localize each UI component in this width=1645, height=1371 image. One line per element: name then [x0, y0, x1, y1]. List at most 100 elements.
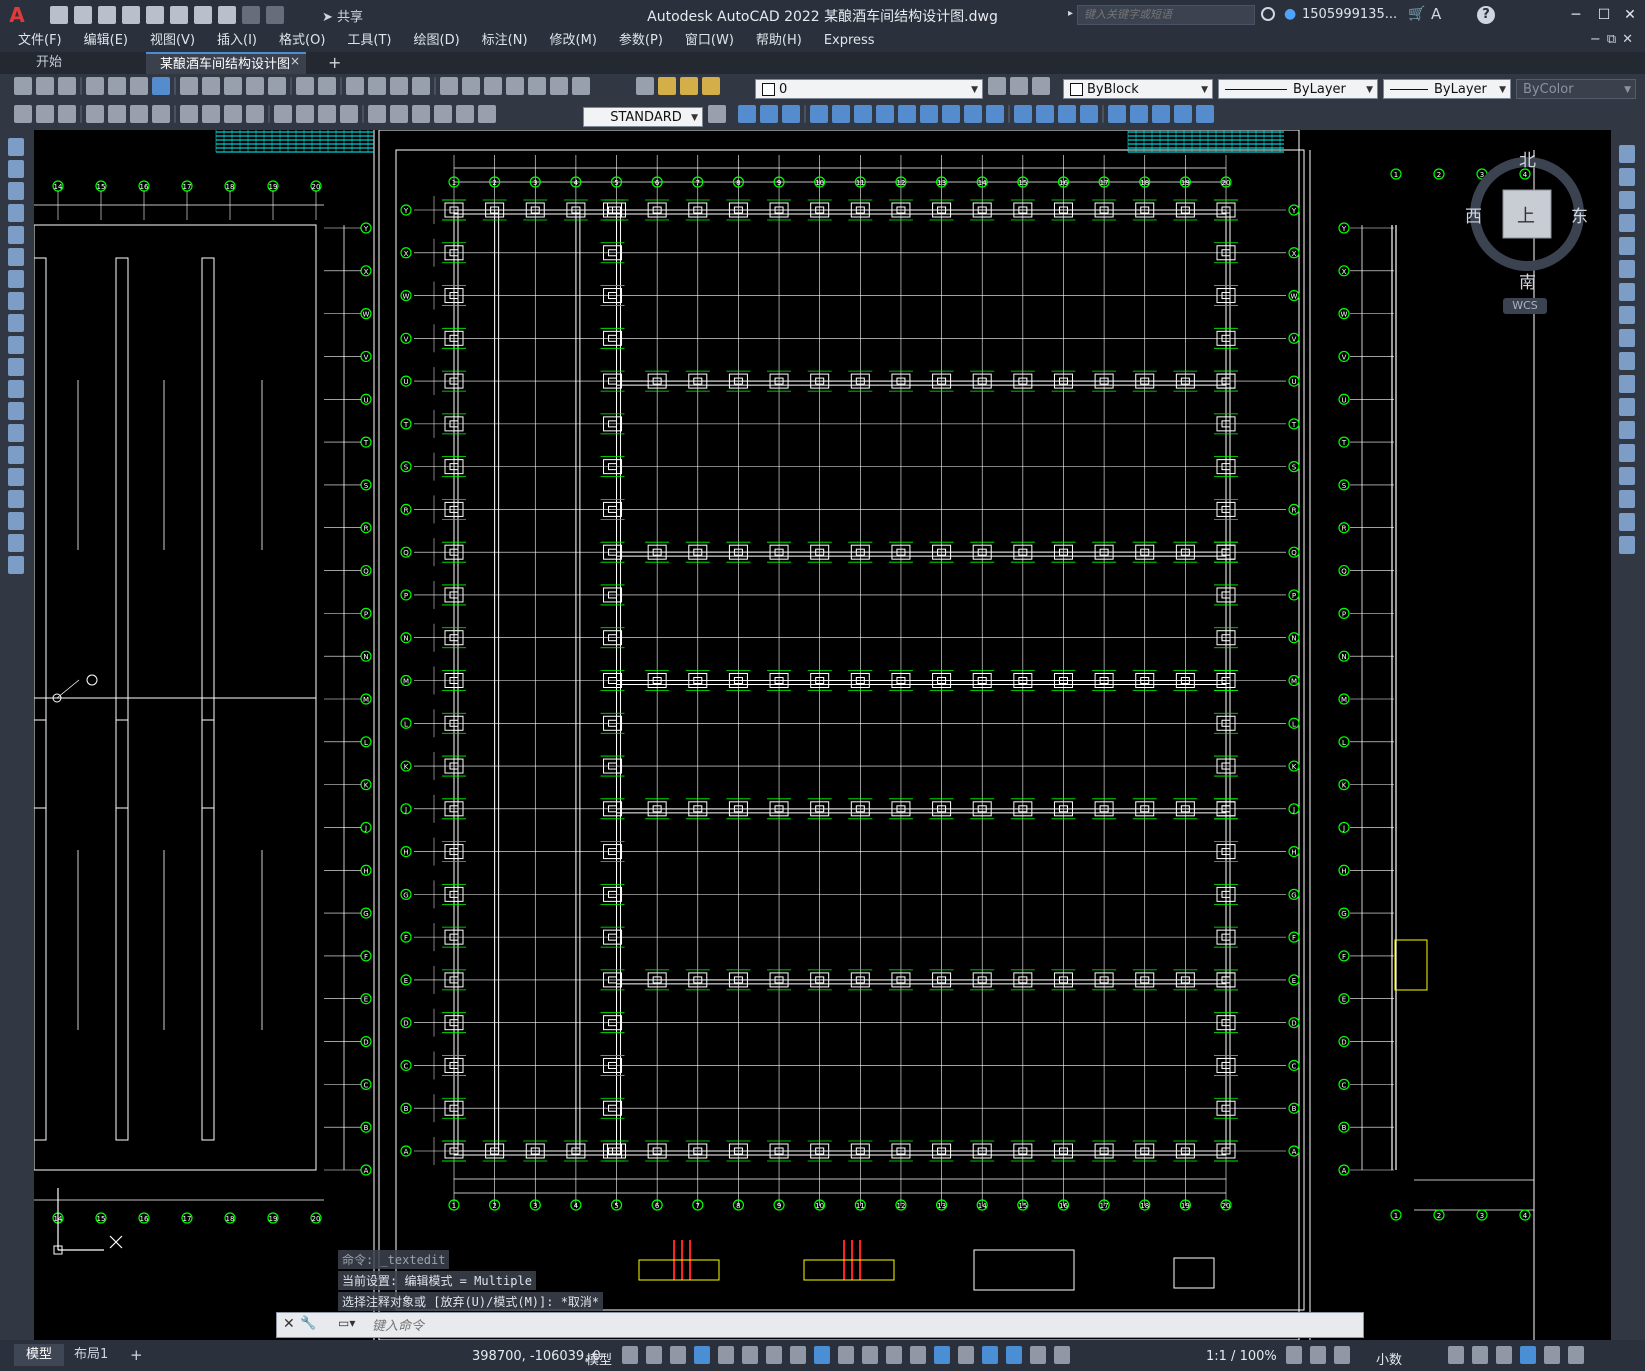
pan-icon[interactable]	[346, 77, 364, 95]
viewcube[interactable]: 北 南 东 西 上 WCS	[1465, 150, 1588, 314]
ucs-face-icon[interactable]	[876, 105, 894, 123]
ellipse-arc-icon[interactable]	[8, 358, 24, 376]
trim-icon[interactable]	[1619, 352, 1635, 370]
ucs-view-icon[interactable]	[920, 105, 938, 123]
stretch-icon[interactable]	[1619, 329, 1635, 347]
transparency-icon[interactable]	[862, 1346, 878, 1364]
layer-dropdown[interactable]: 0 ▼	[755, 79, 983, 99]
autodesk-app-icon[interactable]: A	[1431, 5, 1441, 23]
region-icon[interactable]	[8, 490, 24, 508]
mirror-icon[interactable]	[1619, 191, 1635, 209]
fillet-icon[interactable]	[1619, 490, 1635, 508]
drawing-svg[interactable]: Y Y X X W W V V U U T T S S R R Q Q P P N N M M L L K K J J H H G G F F E E D D…	[34, 130, 1611, 1340]
zoom-window-icon[interactable]	[390, 77, 408, 95]
object-snap-tracking-icon[interactable]	[790, 1346, 806, 1364]
annotation-monitor-icon[interactable]	[1310, 1346, 1326, 1364]
close-tab-icon[interactable]: ×	[290, 54, 300, 68]
auto-scale-icon[interactable]	[1030, 1346, 1046, 1364]
angular-dim-icon[interactable]	[246, 105, 264, 123]
menu-file[interactable]: 文件(F)	[0, 30, 73, 52]
walk-icon[interactable]	[1174, 105, 1192, 123]
spline-icon[interactable]	[8, 314, 24, 332]
qnew-icon[interactable]	[14, 77, 32, 95]
zoom-realtime-icon[interactable]	[368, 77, 386, 95]
calculator-icon[interactable]	[550, 77, 568, 95]
sheet-set-icon[interactable]	[506, 77, 524, 95]
user-name[interactable]: 1505999135...	[1302, 7, 1397, 22]
break-point-icon[interactable]	[1619, 398, 1635, 416]
baseline-dim-icon[interactable]	[296, 105, 314, 123]
jogged-dim-icon[interactable]	[202, 105, 220, 123]
add-selected-icon[interactable]	[8, 556, 24, 574]
paste-icon[interactable]	[224, 77, 242, 95]
make-block-icon[interactable]	[8, 402, 24, 420]
units-icon[interactable]	[1334, 1346, 1350, 1364]
point-icon[interactable]	[8, 424, 24, 442]
lineweight-dropdown[interactable]: ByLayer ▼	[1383, 79, 1511, 99]
layer-properties-icon[interactable]	[636, 77, 654, 95]
dynamic-ucs-icon[interactable]	[934, 1346, 950, 1364]
close-command-line-icon[interactable]: ✕	[283, 1316, 295, 1332]
circle-icon[interactable]	[8, 270, 24, 288]
menu-modify[interactable]: 修改(M)	[539, 30, 608, 52]
compass-south[interactable]: 南	[1519, 268, 1536, 293]
markup-icon[interactable]	[528, 77, 546, 95]
ellipse-icon[interactable]	[8, 336, 24, 354]
radius-dim-icon[interactable]	[180, 105, 198, 123]
tab-model[interactable]: 模型	[14, 1344, 65, 1366]
zoom-previous-icon[interactable]	[412, 77, 430, 95]
polygon-icon[interactable]	[8, 204, 24, 222]
extend-icon[interactable]	[1619, 375, 1635, 393]
rotate-icon[interactable]	[1619, 283, 1635, 301]
menu-draw[interactable]: 绘图(D)	[403, 30, 471, 52]
ordinate-dim-icon[interactable]	[152, 105, 170, 123]
quick-properties-icon[interactable]	[1448, 1346, 1464, 1364]
menu-window[interactable]: 窗口(W)	[674, 30, 745, 52]
clean-screen-icon[interactable]	[1544, 1346, 1560, 1364]
undo-toolbar-icon[interactable]	[296, 77, 314, 95]
scale-icon[interactable]	[1619, 306, 1635, 324]
dim-style-icon[interactable]	[708, 105, 726, 123]
annotation-scale-value[interactable]: 1:1 / 100%	[1206, 1349, 1277, 1364]
orbit-icon[interactable]	[1108, 105, 1126, 123]
plot-toolbar-icon[interactable]	[86, 77, 104, 95]
view-side-icon[interactable]	[782, 105, 800, 123]
object-snap-icon[interactable]	[814, 1346, 830, 1364]
selection-filter-icon[interactable]	[958, 1346, 974, 1364]
tab-start[interactable]: 开始	[22, 52, 76, 74]
continue-dim-icon[interactable]	[318, 105, 336, 123]
array-icon[interactable]	[1619, 237, 1635, 255]
menu-tools[interactable]: 工具(T)	[336, 30, 402, 52]
menu-insert[interactable]: 插入(I)	[206, 30, 268, 52]
open-icon[interactable]	[36, 77, 54, 95]
revision-cloud-icon[interactable]	[8, 292, 24, 310]
aligned-dim-icon[interactable]	[108, 105, 126, 123]
tolerance-icon[interactable]	[368, 105, 386, 123]
arc-length-icon[interactable]	[130, 105, 148, 123]
search-input[interactable]	[1077, 5, 1255, 25]
ucs-zaxis-icon[interactable]	[964, 105, 982, 123]
compass-east[interactable]: 东	[1571, 202, 1588, 227]
3d-osnap-icon[interactable]	[910, 1346, 926, 1364]
units-value[interactable]: 小数	[1376, 1349, 1402, 1368]
ucs-origin-icon[interactable]	[942, 105, 960, 123]
layer-merge-icon[interactable]	[58, 105, 76, 123]
menu-dimension[interactable]: 标注(N)	[471, 30, 539, 52]
cut-icon[interactable]	[180, 77, 198, 95]
tab-document[interactable]: 某酿酒车间结构设计图*	[146, 52, 306, 94]
workspace-gear-icon[interactable]	[1286, 1346, 1302, 1364]
menu-help[interactable]: 帮助(H)	[745, 30, 813, 52]
insert-block-icon[interactable]	[8, 380, 24, 398]
help-icon[interactable]: ?	[1477, 6, 1495, 24]
menu-parametric[interactable]: 参数(P)	[608, 30, 674, 52]
shaded-icon[interactable]	[1036, 105, 1054, 123]
search-icon[interactable]	[1261, 7, 1275, 21]
gizmo-icon[interactable]	[982, 1346, 998, 1364]
maximize-button[interactable]: ☐	[1590, 3, 1618, 27]
layer-isolate-icon[interactable]	[36, 105, 54, 123]
match-properties-icon[interactable]	[246, 77, 264, 95]
table-icon[interactable]	[8, 512, 24, 530]
wcs-menu-button[interactable]: WCS	[1503, 298, 1547, 314]
view-back-icon[interactable]	[760, 105, 778, 123]
construction-line-icon[interactable]	[8, 160, 24, 178]
